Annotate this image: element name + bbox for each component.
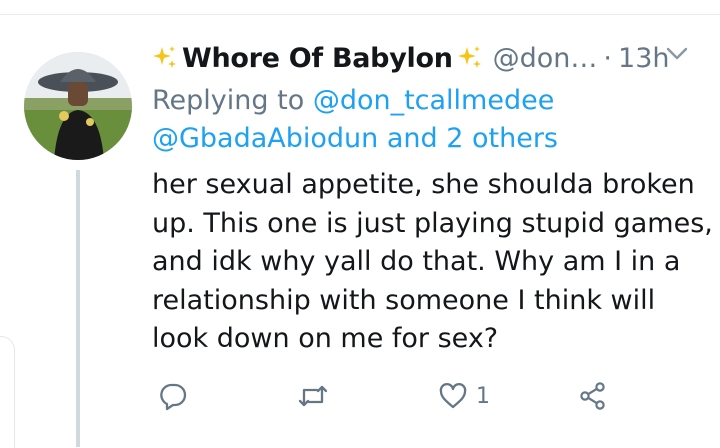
share-button[interactable] — [578, 374, 608, 418]
user-handle[interactable]: @don… — [493, 43, 598, 74]
tweet-text: her sexual appetite, she shoulda broken … — [152, 166, 713, 359]
timestamp[interactable]: 13h — [618, 43, 669, 74]
like-button[interactable]: 1 — [438, 374, 490, 418]
tweet-text-line: and idk why yall do that. Why am I in a — [152, 246, 681, 277]
tweet-text-line: her sexual appetite, she shoulda broken — [152, 169, 695, 200]
replying-to-user-link[interactable]: @don_tcallmedee — [313, 85, 555, 116]
retweet-button[interactable] — [298, 374, 328, 418]
separator-dot: · — [603, 42, 613, 74]
avatar-image — [24, 52, 132, 160]
retweet-icon — [298, 385, 328, 407]
share-icon — [580, 382, 605, 410]
tweet-text-line: look down on me for sex? — [152, 323, 499, 354]
reply-button[interactable] — [158, 374, 188, 418]
replying-to: Replying to @don_tcallmedee — [152, 82, 554, 120]
sparkle-icon — [153, 46, 176, 68]
tweet-header: Whore Of Babylon @don… · 13h — [152, 36, 669, 80]
display-name[interactable]: Whore Of Babylon — [182, 43, 453, 74]
chevron-down-icon[interactable] — [664, 44, 690, 64]
top-divider — [0, 14, 720, 15]
tweet-text-line: up. This one is just playing stupid game… — [152, 207, 713, 239]
thread-line — [76, 170, 80, 447]
adjacent-card-edge — [0, 336, 15, 448]
avatar[interactable] — [24, 52, 132, 160]
heart-icon — [439, 383, 467, 409]
replying-to-prefix: Replying to — [152, 85, 305, 116]
reply-icon — [160, 383, 187, 411]
replying-to-others-link[interactable]: @GbadaAbiodun and 2 others — [152, 120, 558, 158]
tweet-text-line: relationship with someone I think will — [152, 284, 656, 316]
like-count: 1 — [476, 383, 490, 409]
tweet-actions: 1 — [152, 374, 632, 418]
sparkle-icon — [457, 46, 481, 68]
